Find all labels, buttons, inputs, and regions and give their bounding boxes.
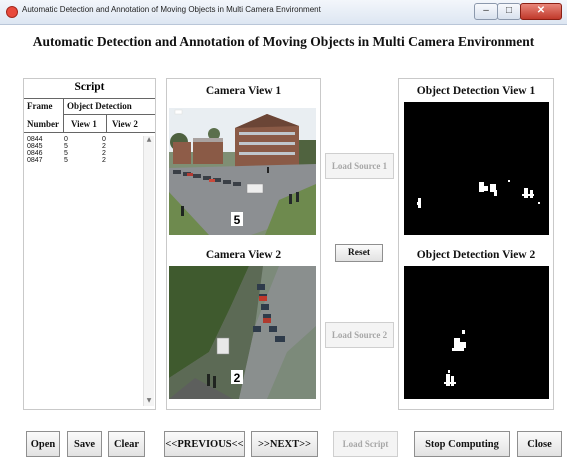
- reset-button[interactable]: Reset: [335, 244, 383, 262]
- list-item[interactable]: 0847 5 2: [26, 157, 140, 164]
- detection-view-2-frame: [404, 266, 549, 399]
- header-view1: View 1: [71, 119, 97, 129]
- save-button[interactable]: Save: [67, 431, 102, 457]
- list-item[interactable]: 0846 5 2: [26, 150, 140, 157]
- previous-button[interactable]: <<PREVIOUS<<: [164, 431, 245, 457]
- camera-view-1-frame: 5: [169, 102, 316, 235]
- load-source-2-button[interactable]: Load Source 2: [325, 322, 394, 348]
- header-frame: Frame: [27, 101, 53, 111]
- header-view2: View 2: [112, 119, 138, 129]
- close-button[interactable]: Close: [517, 431, 562, 457]
- script-panel: Script Frame Object Detection Number Vie…: [23, 78, 156, 410]
- app-icon: [6, 6, 18, 18]
- header-object-detection: Object Detection: [67, 101, 132, 111]
- script-list[interactable]: 0844 0 0 0845 5 2 0846 5 2 0847 5 2: [26, 136, 140, 164]
- clear-button[interactable]: Clear: [108, 431, 145, 457]
- load-source-1-button[interactable]: Load Source 1: [325, 153, 394, 179]
- next-button[interactable]: >>NEXT>>: [251, 431, 318, 457]
- list-item[interactable]: 0844 0 0: [26, 136, 140, 143]
- open-button[interactable]: Open: [26, 431, 60, 457]
- camera-view-2-count: 2: [234, 371, 241, 385]
- detection-view-1-title: Object Detection View 1: [416, 85, 536, 97]
- window-title: Automatic Detection and Annotation of Mo…: [22, 5, 321, 14]
- scroll-up-arrow-icon[interactable]: ▲: [145, 136, 153, 143]
- script-scrollbar[interactable]: ▲ ▼: [143, 136, 154, 406]
- minimize-button[interactable]: –: [474, 3, 498, 20]
- camera-view-2-title: Camera View 2: [205, 249, 282, 261]
- camera-view-1-count: 5: [234, 213, 241, 227]
- camera-view-2-frame: 2: [169, 266, 316, 399]
- maximize-button[interactable]: □: [497, 3, 521, 20]
- scroll-down-arrow-icon[interactable]: ▼: [145, 397, 153, 404]
- app-heading: Automatic Detection and Annotation of Mo…: [32, 34, 535, 49]
- detection-view-1-frame: [404, 102, 549, 235]
- header-number: Number: [27, 119, 59, 129]
- list-item[interactable]: 0845 5 2: [26, 143, 140, 150]
- camera-panel: Camera View 1 5 Camera View 2 2: [166, 78, 321, 410]
- camera-view-1-title: Camera View 1: [205, 85, 282, 97]
- load-script-button[interactable]: Load Script: [333, 431, 398, 457]
- window-close-button[interactable]: ✕: [520, 3, 562, 20]
- window-titlebar: Automatic Detection and Annotation of Mo…: [0, 0, 567, 25]
- script-title: Script: [74, 81, 105, 93]
- detection-panel: Object Detection View 1 Object Detection…: [398, 78, 554, 410]
- stop-computing-button[interactable]: Stop Computing: [414, 431, 510, 457]
- detection-view-2-title: Object Detection View 2: [416, 249, 536, 261]
